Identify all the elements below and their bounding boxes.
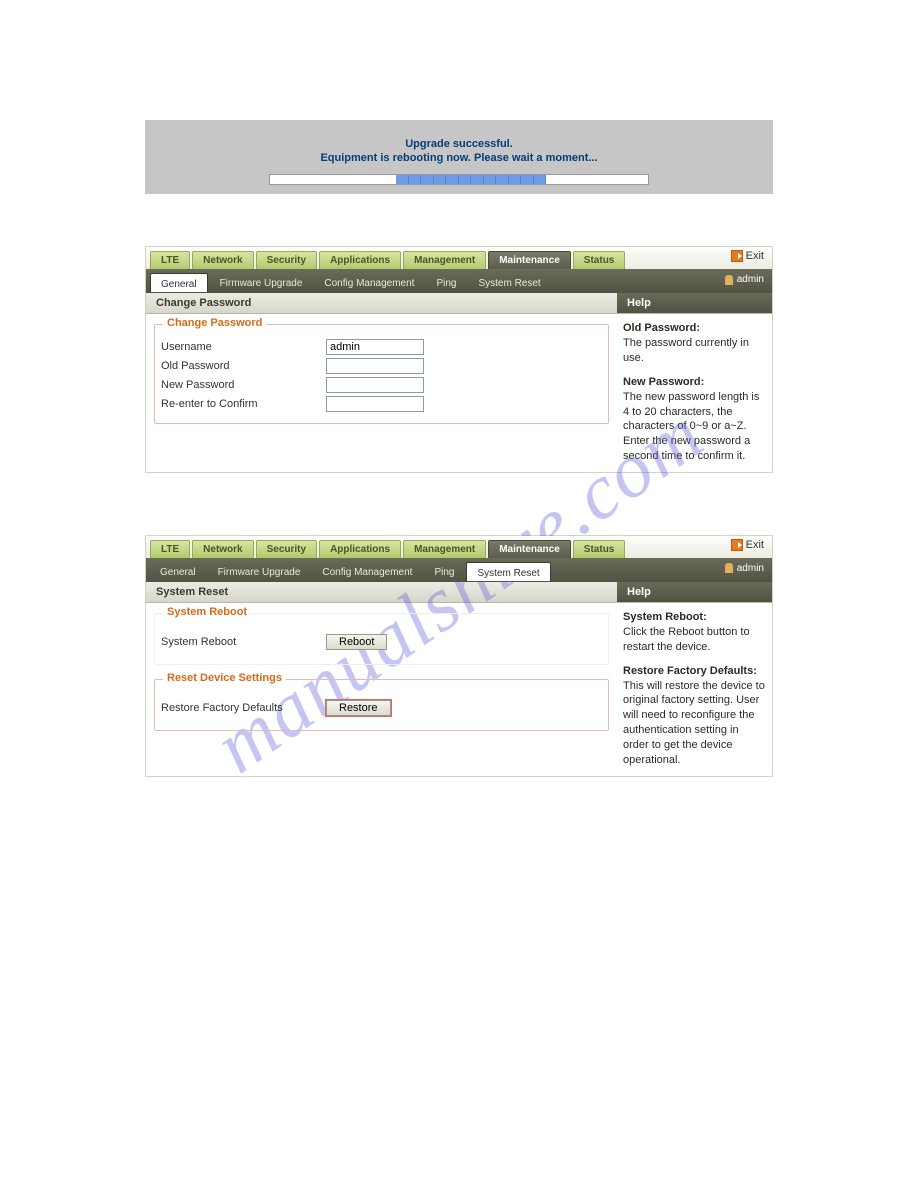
section-header-change-password: Change Password	[146, 293, 617, 314]
progress-fill	[396, 175, 546, 184]
tab-network[interactable]: Network	[192, 251, 253, 269]
upgrade-success-text: Upgrade successful.	[145, 138, 773, 150]
system-reboot-group: System Reboot System Reboot Reboot	[154, 613, 609, 665]
old-password-field[interactable]	[326, 358, 424, 374]
subtab-config-management[interactable]: Config Management	[312, 562, 422, 581]
confirm-password-label: Re-enter to Confirm	[161, 398, 326, 410]
help-reboot-text: Click the Reboot button to restart the d…	[623, 625, 766, 655]
new-password-label: New Password	[161, 379, 326, 391]
help-restore-title: Restore Factory Defaults:	[623, 665, 766, 677]
upgrade-reboot-text: Equipment is rebooting now. Please wait …	[145, 152, 773, 164]
subtab-ping[interactable]: Ping	[426, 273, 466, 292]
exit-icon	[731, 250, 743, 262]
exit-label: Exit	[746, 539, 764, 551]
help-new-title: New Password:	[623, 376, 766, 388]
tab-maintenance[interactable]: Maintenance	[488, 251, 571, 269]
help-new-text: The new password length is 4 to 20 chara…	[623, 390, 766, 464]
subtab-ping[interactable]: Ping	[424, 562, 464, 581]
system-reboot-legend: System Reboot	[163, 606, 251, 618]
subtab-firmware-upgrade[interactable]: Firmware Upgrade	[208, 562, 311, 581]
section-header-system-reset: System Reset	[146, 582, 617, 603]
subtab-config-management[interactable]: Config Management	[314, 273, 424, 292]
help-header: Help	[617, 582, 772, 603]
subtab-general[interactable]: General	[150, 273, 208, 292]
subtab-system-reset[interactable]: System Reset	[466, 562, 550, 581]
tab-security[interactable]: Security	[256, 540, 317, 558]
admin-label: admin	[737, 274, 764, 285]
help-reboot-title: System Reboot:	[623, 611, 766, 623]
tab-network[interactable]: Network	[192, 540, 253, 558]
admin-indicator: admin	[725, 563, 764, 574]
restore-button[interactable]: Restore	[326, 700, 391, 716]
panel-system-reset: LTE Network Security Applications Manage…	[145, 535, 773, 777]
tab-management[interactable]: Management	[403, 251, 486, 269]
tab-security[interactable]: Security	[256, 251, 317, 269]
tab-lte[interactable]: LTE	[150, 251, 190, 269]
reset-device-group: Reset Device Settings Restore Factory De…	[154, 679, 609, 731]
panel-change-password: LTE Network Security Applications Manage…	[145, 246, 773, 473]
old-password-label: Old Password	[161, 360, 326, 372]
tab-status[interactable]: Status	[573, 251, 626, 269]
help-body: System Reboot: Click the Reboot button t…	[617, 603, 772, 776]
confirm-password-field[interactable]	[326, 396, 424, 412]
help-old-text: The password currently in use.	[623, 336, 766, 366]
help-old-title: Old Password:	[623, 322, 766, 334]
reset-device-legend: Reset Device Settings	[163, 672, 286, 684]
username-label: Username	[161, 341, 326, 353]
tab-lte[interactable]: LTE	[150, 540, 190, 558]
reboot-button[interactable]: Reboot	[326, 634, 387, 650]
subtab-firmware-upgrade[interactable]: Firmware Upgrade	[210, 273, 313, 292]
help-restore-text: This will restore the device to original…	[623, 679, 766, 768]
help-header: Help	[617, 293, 772, 314]
exit-icon	[731, 539, 743, 551]
username-field[interactable]	[326, 339, 424, 355]
change-password-legend: Change Password	[163, 317, 266, 329]
exit-label: Exit	[746, 250, 764, 262]
tab-applications[interactable]: Applications	[319, 251, 401, 269]
admin-label: admin	[737, 563, 764, 574]
tab-maintenance[interactable]: Maintenance	[488, 540, 571, 558]
exit-link[interactable]: Exit	[731, 250, 764, 262]
user-icon	[725, 275, 733, 285]
main-tab-bar: LTE Network Security Applications Manage…	[146, 247, 772, 270]
user-icon	[725, 563, 733, 573]
sub-tab-bar: General Firmware Upgrade Config Manageme…	[146, 559, 772, 582]
tab-management[interactable]: Management	[403, 540, 486, 558]
help-body: Old Password: The password currently in …	[617, 314, 772, 472]
tab-applications[interactable]: Applications	[319, 540, 401, 558]
subtab-general[interactable]: General	[150, 562, 206, 581]
progress-bar	[269, 174, 649, 185]
subtab-system-reset[interactable]: System Reset	[468, 273, 550, 292]
restore-row-label: Restore Factory Defaults	[161, 702, 326, 714]
exit-link[interactable]: Exit	[731, 539, 764, 551]
tab-status[interactable]: Status	[573, 540, 626, 558]
main-tab-bar: LTE Network Security Applications Manage…	[146, 536, 772, 559]
reboot-row-label: System Reboot	[161, 636, 326, 648]
sub-tab-bar: General Firmware Upgrade Config Manageme…	[146, 270, 772, 293]
change-password-group: Change Password Username Old Password Ne…	[154, 324, 609, 424]
upgrade-banner: Upgrade successful. Equipment is rebooti…	[145, 120, 773, 194]
admin-indicator: admin	[725, 274, 764, 285]
new-password-field[interactable]	[326, 377, 424, 393]
